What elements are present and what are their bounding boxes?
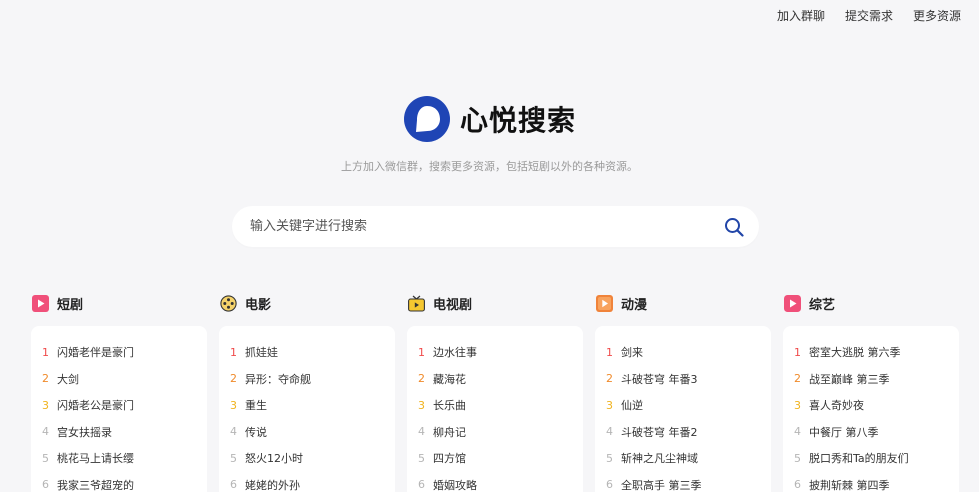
logo: 心悦搜索: [0, 95, 979, 143]
search-button[interactable]: [723, 216, 745, 238]
brand-name: 心悦搜索: [459, 104, 576, 137]
ranking-card: 1 边水往事 2 藏海花 3 长乐曲 4 柳舟记 5 四方馆 6 婚姻攻略: [407, 326, 583, 492]
category-variety: 综艺 1 密室大逃脱 第六季 2 战至巅峰 第三季 3 喜人奇妙夜 4 中餐厅 第八季 …: [783, 292, 959, 492]
category-movie: 电影 1 抓娃娃 2 异形：夺命舰 3 重生 4 传说 5 怒火12小时 6 姥姥的外孙: [219, 292, 395, 492]
list-item[interactable]: 1 密室大逃脱 第六季: [794, 339, 959, 366]
category-header: 综艺: [783, 292, 959, 314]
ranking-card: 1 闪婚老伴是豪门 2 大剑 3 闪婚老公是豪门 4 宫女扶摇录 5 桃花马上请长缨 6我…: [31, 326, 207, 492]
list-item[interactable]: 1 闪婚老伴是豪门: [42, 339, 207, 366]
list-item[interactable]: 1 剑来: [606, 339, 771, 366]
list-item[interactable]: 6 姥姥的外孙: [230, 472, 395, 492]
category-header: 短剧: [31, 292, 207, 314]
join-group-link[interactable]: 加入群聊: [777, 7, 825, 24]
list-item[interactable]: 2 大剑: [42, 366, 207, 393]
list-item[interactable]: 1 抓娃娃: [230, 339, 395, 366]
search-icon: [725, 217, 744, 237]
category-title[interactable]: 电视剧: [433, 294, 472, 313]
list-item[interactable]: 6 披荆斩棘 第四季: [794, 472, 959, 492]
list-item[interactable]: 4 中餐厅 第八季: [794, 419, 959, 446]
list-item[interactable]: 2 异形：夺命舰: [230, 366, 395, 393]
category-anime: 动漫 1 剑来 2 斗破苍穹 年番3 3 仙逆 4 斗破苍穹 年番2 5 斩神之凡尘神域 …: [595, 292, 771, 492]
anime-play-icon: [596, 294, 613, 312]
category-header: 动漫: [595, 292, 771, 314]
category-columns: 短剧 1 闪婚老伴是豪门 2 大剑 3 闪婚老公是豪门 4 宫女扶摇录 5 桃花马上请长缨…: [31, 292, 959, 492]
ranking-card: 1 剑来 2 斗破苍穹 年番3 3 仙逆 4 斗破苍穹 年番2 5 斩神之凡尘神域 6 全职…: [595, 326, 771, 492]
search-box: [232, 206, 759, 247]
category-tv-series: 电视剧 1 边水往事 2 藏海花 3 长乐曲 4 柳舟记 5 四方馆 6 婚姻攻略: [407, 292, 583, 492]
ranking-card: 1 密室大逃脱 第六季 2 战至巅峰 第三季 3 喜人奇妙夜 4 中餐厅 第八季 5 脱口…: [783, 326, 959, 492]
list-item[interactable]: 5 怒火12小时: [230, 445, 395, 472]
list-item[interactable]: 4 斗破苍穹 年番2: [606, 419, 771, 446]
list-item[interactable]: 5 斩神之凡尘神域: [606, 445, 771, 472]
list-item[interactable]: 2 藏海花: [418, 366, 583, 393]
category-title[interactable]: 短剧: [57, 294, 83, 313]
variety-play-icon: [784, 294, 801, 312]
top-nav: 加入群聊 提交需求 更多资源: [777, 7, 961, 24]
submit-request-link[interactable]: 提交需求: [845, 7, 893, 24]
list-item[interactable]: 6 全职高手 第三季: [606, 472, 771, 492]
more-resources-link[interactable]: 更多资源: [913, 7, 961, 24]
list-item[interactable]: 1 边水往事: [418, 339, 583, 366]
list-item[interactable]: 3 闪婚老公是豪门: [42, 392, 207, 419]
search-input[interactable]: [250, 219, 690, 234]
list-item[interactable]: 2 斗破苍穹 年番3: [606, 366, 771, 393]
list-item[interactable]: 2 战至巅峰 第三季: [794, 366, 959, 393]
list-item[interactable]: 6 我家三爷超宠的: [42, 472, 207, 492]
list-item[interactable]: 5 桃花马上请长缨: [42, 445, 207, 472]
category-short-drama: 短剧 1 闪婚老伴是豪门 2 大剑 3 闪婚老公是豪门 4 宫女扶摇录 5 桃花马上请长缨…: [31, 292, 207, 492]
list-item[interactable]: 5 四方馆: [418, 445, 583, 472]
list-item[interactable]: 4 传说: [230, 419, 395, 446]
list-item[interactable]: 6 婚姻攻略: [418, 472, 583, 492]
list-item[interactable]: 3 仙逆: [606, 392, 771, 419]
film-reel-icon: [220, 294, 237, 312]
list-item[interactable]: 3 长乐曲: [418, 392, 583, 419]
play-icon: [32, 294, 49, 312]
ranking-card: 1 抓娃娃 2 异形：夺命舰 3 重生 4 传说 5 怒火12小时 6 姥姥的外孙: [219, 326, 395, 492]
category-header: 电影: [219, 292, 395, 314]
list-item[interactable]: 4 宫女扶摇录: [42, 419, 207, 446]
category-title[interactable]: 综艺: [809, 294, 835, 313]
brand-logo-icon: [403, 96, 450, 142]
category-title[interactable]: 动漫: [621, 294, 647, 313]
list-item[interactable]: 3 重生: [230, 392, 395, 419]
tv-icon: [408, 295, 425, 312]
list-item[interactable]: 3 喜人奇妙夜: [794, 392, 959, 419]
subtitle: 上方加入微信群，搜索更多资源，包括短剧以外的各种资源。: [341, 160, 638, 173]
list-item[interactable]: 5 脱口秀和Ta的朋友们: [794, 445, 959, 472]
list-item[interactable]: 4 柳舟记: [418, 419, 583, 446]
category-title[interactable]: 电影: [245, 294, 271, 313]
category-header: 电视剧: [407, 292, 583, 314]
